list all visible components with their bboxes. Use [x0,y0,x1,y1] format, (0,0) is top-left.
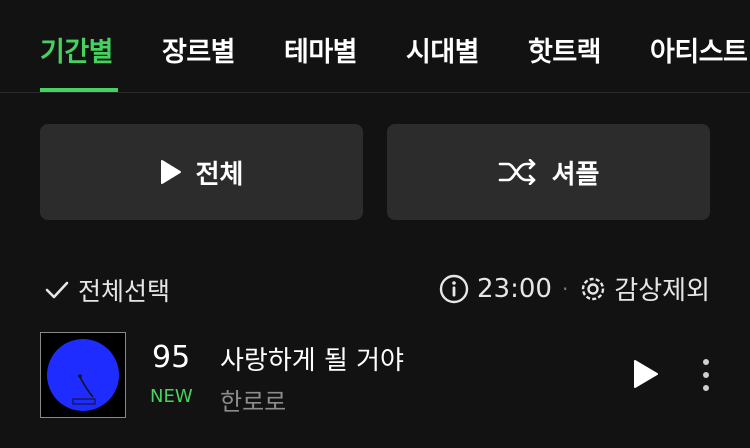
tab-artist[interactable]: 아티스트 [650,30,748,69]
shuffle-icon [498,159,538,185]
play-all-label: 전체 [195,159,244,190]
exclude-button[interactable]: 감상제외 [578,270,710,307]
play-all-button[interactable]: 전체 [40,124,363,220]
album-art[interactable] [40,332,126,418]
select-all-label: 전체선택 [78,277,171,306]
separator-dot: · [561,276,569,301]
new-badge: NEW [150,386,193,407]
song-rank: 95 [152,340,191,375]
song-row[interactable]: 95 NEW 사랑하게 될 거야 한로로 [40,332,730,422]
info-icon[interactable] [439,274,469,304]
shuffle-button[interactable]: 셔플 [387,124,710,220]
chart-controls: 23:00 · 감상제외 [439,270,710,307]
category-tabs: 기간별 장르별 테마별 시대별 핫트랙 아티스트 [0,0,750,93]
chart-time: 23:00 [477,273,552,304]
tab-period[interactable]: 기간별 [40,30,114,69]
song-artist[interactable]: 한로로 [220,382,286,417]
song-title: 사랑하게 될 거야 [220,346,404,376]
tab-genre[interactable]: 장르별 [162,30,236,69]
song-play-icon[interactable] [632,358,660,394]
shuffle-label: 셔플 [551,159,600,190]
check-icon [45,281,69,299]
active-tab-indicator [40,88,118,92]
select-all-toggle[interactable]: 전체선택 [44,272,170,308]
tab-theme[interactable]: 테마별 [284,30,358,69]
exclude-label: 감상제외 [614,276,710,306]
more-options-icon[interactable] [700,358,712,396]
tab-hottrack[interactable]: 핫트랙 [528,30,602,69]
gear-icon [578,274,608,304]
tab-era[interactable]: 시대별 [406,30,480,69]
play-icon [160,159,182,185]
